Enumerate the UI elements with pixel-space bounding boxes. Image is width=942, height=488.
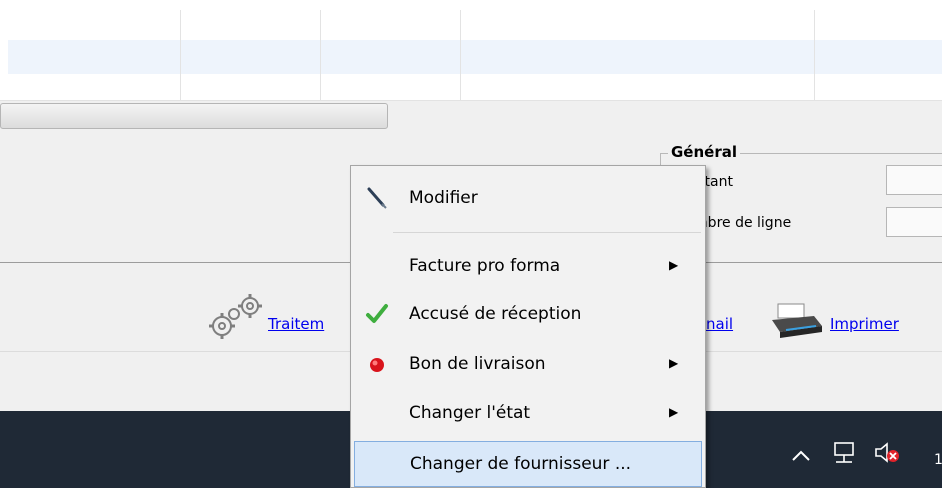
checkmark-icon <box>365 302 389 326</box>
grid-header-area <box>0 0 942 40</box>
submenu-arrow-icon: ▶ <box>669 405 679 419</box>
column-divider <box>814 10 815 100</box>
printer-icon[interactable] <box>768 302 826 342</box>
menu-item-accuse-reception[interactable]: Accusé de réception <box>351 292 705 338</box>
menu-item-changer-etat[interactable]: Changer l'état ▶ <box>351 391 705 437</box>
clock-partial[interactable]: 1 <box>934 452 942 472</box>
menu-item-facture-pro-forma[interactable]: Facture pro forma ▶ <box>351 244 705 290</box>
volume-muted-icon[interactable] <box>874 441 902 465</box>
show-hidden-icons-button[interactable] <box>790 444 812 469</box>
general-group-title: Général <box>668 143 740 161</box>
pen-icon <box>365 186 389 210</box>
column-divider <box>320 10 321 100</box>
mail-link[interactable]: nail <box>706 315 733 333</box>
traitement-link[interactable]: Traitem <box>268 315 324 333</box>
imprimer-link[interactable]: Imprimer <box>830 315 899 333</box>
nombre-lignes-field[interactable] <box>886 207 942 237</box>
menu-item-bon-livraison[interactable]: Bon de livraison ▶ <box>351 342 705 388</box>
menu-separator <box>393 232 701 233</box>
montant-field[interactable] <box>886 165 942 195</box>
table-row[interactable] <box>8 74 942 100</box>
scrollbar-thumb[interactable] <box>0 103 388 129</box>
column-divider <box>460 10 461 100</box>
context-menu: Modifier Facture pro forma ▶ Accusé de r… <box>350 165 706 488</box>
submenu-arrow-icon: ▶ <box>669 356 679 370</box>
column-divider <box>180 10 181 100</box>
menu-item-changer-fournisseur[interactable]: Changer de fournisseur ... <box>354 441 702 487</box>
menu-item-modifier[interactable]: Modifier <box>351 176 705 222</box>
gears-icon[interactable] <box>204 290 268 340</box>
network-icon[interactable] <box>832 440 858 466</box>
red-dot-icon <box>365 352 389 376</box>
submenu-arrow-icon: ▶ <box>669 258 679 272</box>
table-row[interactable] <box>8 40 942 74</box>
